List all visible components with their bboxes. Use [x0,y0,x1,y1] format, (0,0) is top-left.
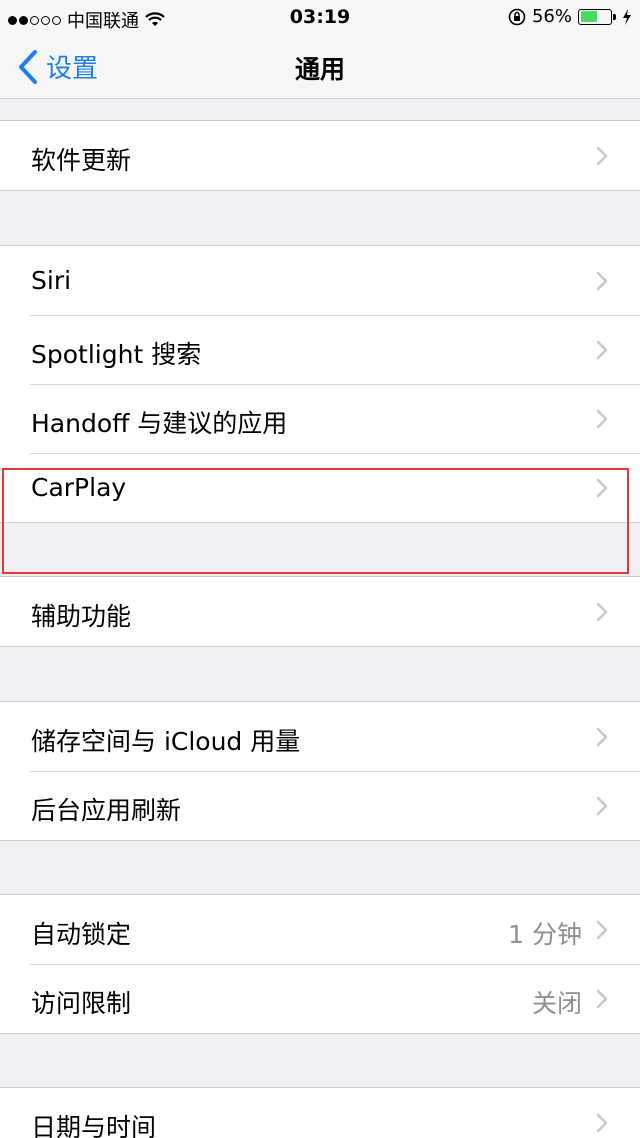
settings-cell[interactable]: 辅助功能 [0,577,640,646]
cell-label: 后台应用刷新 [31,796,182,825]
charging-icon [623,8,631,25]
settings-cell[interactable]: 后台应用刷新 [0,771,640,840]
cell-label: Handoff 与建议的应用 [31,409,288,438]
navigation-bar: 设置 通用 [0,36,640,99]
settings-group: 日期与时间 [0,1087,640,1138]
cell-label: 软件更新 [31,146,132,175]
rotation-lock-icon [508,8,526,25]
cell-label: 辅助功能 [31,602,132,631]
chevron-right-icon [596,796,608,816]
chevron-right-icon [596,409,608,429]
chevron-right-icon [596,146,608,166]
status-right: 56% [508,6,632,27]
settings-group: Siri Spotlight 搜索 Handoff 与建议的应用 CarPlay [0,245,640,523]
cell-value: 关闭 [531,989,582,1018]
settings-cell[interactable]: 自动锁定 1 分钟 [0,895,640,964]
settings-group: 自动锁定 1 分钟访问限制 关闭 [0,894,640,1034]
cell-label: 储存空间与 iCloud 用量 [31,727,301,756]
chevron-right-icon [596,271,608,291]
chevron-right-icon [596,989,608,1009]
cell-label: Spotlight 搜索 [31,340,202,369]
settings-cell[interactable]: CarPlay [0,453,640,522]
chevron-right-icon [596,727,608,747]
settings-list[interactable]: 软件更新 Siri Spotlight 搜索 Handoff 与建议的应用 CarPla… [0,99,640,1138]
chevron-right-icon [596,602,608,622]
cell-label: 访问限制 [31,989,132,1018]
chevron-right-icon [596,1113,608,1133]
battery-icon [578,8,616,25]
battery-percent: 56% [531,6,572,27]
chevron-right-icon [596,478,608,498]
cell-label: Siri [31,266,72,295]
cell-label: CarPlay [31,473,127,502]
settings-cell[interactable]: 储存空间与 iCloud 用量 [0,702,640,771]
settings-cell[interactable]: Siri [0,246,640,315]
settings-group: 软件更新 [0,120,640,191]
chevron-right-icon [596,920,608,940]
cell-value: 1 分钟 [508,920,582,949]
settings-cell[interactable]: 日期与时间 [0,1088,640,1138]
chevron-right-icon [596,340,608,360]
page-title: 通用 [294,55,345,84]
settings-group: 辅助功能 [0,576,640,647]
settings-cell[interactable]: 软件更新 [0,121,640,190]
settings-cell[interactable]: Spotlight 搜索 [0,315,640,384]
settings-cell[interactable]: Handoff 与建议的应用 [0,384,640,453]
status-bar: 中国联通 03:19 56% [0,0,640,36]
cell-label: 日期与时间 [31,1113,157,1138]
settings-cell[interactable]: 访问限制 关闭 [0,964,640,1033]
cell-label: 自动锁定 [31,920,132,949]
settings-group: 储存空间与 iCloud 用量 后台应用刷新 [0,701,640,841]
